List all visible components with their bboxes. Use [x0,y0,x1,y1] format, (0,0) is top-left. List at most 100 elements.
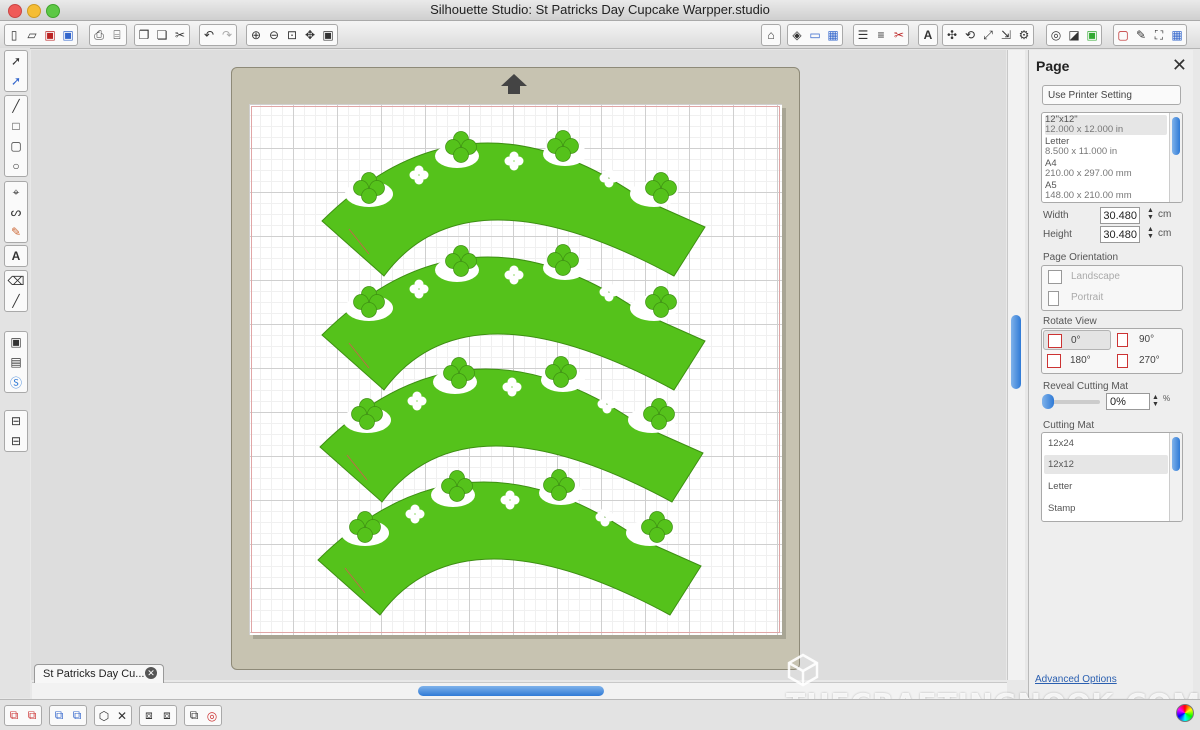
paste-icon[interactable]: ❏ [153,25,171,45]
line-color-icon[interactable]: ▭ [806,25,824,45]
rotate-90-button[interactable]: 90° [1113,330,1179,350]
scale-icon[interactable]: ⤢ [979,25,997,45]
fullscreen-icon[interactable]: ⛶ [1150,25,1168,45]
page-size-item[interactable]: 12"x12" 12.000 x 12.000 in [1045,115,1167,135]
color-wheel-icon[interactable] [1176,704,1194,722]
text-tool-icon[interactable]: A [5,246,27,266]
mat-item[interactable]: 12x24 [1048,439,1170,449]
zoom-out-icon[interactable]: ⊖ [265,25,283,45]
save-library-icon[interactable]: ▣ [59,25,77,45]
print-icon[interactable]: ⎙ [90,25,108,45]
draw-icon[interactable]: ✎ [1132,25,1150,45]
page-size-item[interactable]: A4 210.00 x 297.00 mm [1045,159,1167,179]
width-field[interactable]: 30.480 [1100,207,1140,224]
redo-icon[interactable]: ↷ [218,25,236,45]
text-style-icon[interactable]: A [919,25,937,45]
page-size-list[interactable]: 12"x12" 12.000 x 12.000 in Letter 8.500 … [1041,112,1183,203]
page-size-item[interactable]: A5 148.00 x 210.00 mm [1045,181,1167,201]
eraser-icon[interactable]: ⌫ [5,271,27,291]
cutting-mat-scroll-thumb[interactable] [1172,437,1180,471]
reveal-stepper-icon[interactable]: ▲ ▼ [1152,394,1160,408]
mat-item[interactable]: 12x12 [1048,460,1170,470]
offset-icon[interactable]: ◎ [1047,25,1065,45]
reveal-mat-slider-knob[interactable] [1042,394,1054,409]
zoom-box-icon[interactable]: ⊡ [283,25,301,45]
fit-page-icon[interactable]: ▣ [319,25,337,45]
knife-icon[interactable]: ╱ [5,291,27,311]
landscape-button[interactable]: Landscape [1044,267,1178,287]
ellipse-tool-icon[interactable]: ○ [5,156,27,176]
store-icon[interactable]: ⌂ [762,25,780,45]
reveal-mat-field[interactable]: 0% [1106,393,1150,410]
delete-icon[interactable]: ✕ [113,706,131,725]
panel-toggle-icon-2[interactable]: ⊟ [5,431,27,451]
freehand-tool-icon[interactable]: ✎ [5,222,27,242]
library-icon[interactable]: ▣ [5,332,27,352]
transform-icon[interactable]: ✣ [943,25,961,45]
replicate-icon[interactable]: ⚙ [1015,25,1033,45]
silhouette-icon[interactable]: Ⓢ [5,372,27,392]
weld-icon[interactable]: ⬡ [95,706,113,725]
page-size-item[interactable]: Letter 8.500 x 11.000 in [1045,137,1167,157]
line-style-icon[interactable]: ☰ [854,25,872,45]
cutting-mat-scrollbar[interactable] [1169,433,1182,521]
fill-color-icon[interactable]: ◈ [788,25,806,45]
portrait-button[interactable]: Portrait [1044,288,1178,308]
rotate-icon[interactable]: ⟲ [961,25,979,45]
zoom-window-button[interactable] [46,4,60,18]
mat-item[interactable]: Stamp [1048,504,1170,514]
registration-marks-icon[interactable]: ◎ [203,706,221,725]
horizontal-scroll-thumb[interactable] [418,686,604,696]
minimize-window-button[interactable] [27,4,41,18]
bring-forward-icon[interactable]: ⧈ [140,706,158,725]
cutting-mat-list[interactable]: 12x24 12x12 Letter Stamp [1041,432,1183,522]
rotate-0-button[interactable]: 0° [1043,330,1111,350]
save-icon[interactable]: ▣ [41,25,59,45]
cut-settings-icon[interactable]: ▢ [1114,25,1132,45]
release-compound-icon[interactable]: ⧉ [68,706,86,725]
polygon-tool-icon[interactable]: ⌖ [5,182,27,202]
height-field[interactable]: 30.480 [1100,226,1140,243]
cut-icon[interactable]: ✂ [171,25,189,45]
zoom-in-icon[interactable]: ⊕ [247,25,265,45]
page-size-scroll-thumb[interactable] [1172,117,1180,155]
point-edit-icon[interactable]: ➚ [5,71,27,91]
vertical-scroll-thumb[interactable] [1011,315,1021,389]
close-window-button[interactable] [8,4,22,18]
curve-tool-icon[interactable]: ᔕ [5,202,27,222]
open-icon[interactable]: ▱ [23,25,41,45]
line-tool-icon[interactable]: ╱ [5,96,27,116]
fill-pattern-icon[interactable]: ▦ [824,25,842,45]
document-tab[interactable]: St Patricks Day Cu... ✕ [34,664,164,683]
send-backward-icon[interactable]: ⧈ [158,706,176,725]
height-stepper-icon[interactable]: ▲ ▼ [1147,226,1155,240]
vertical-scrollbar[interactable] [1007,50,1025,680]
page-grid[interactable] [249,104,782,635]
mat-item[interactable]: Letter [1048,482,1170,492]
pan-icon[interactable]: ✥ [301,25,319,45]
close-tab-icon[interactable]: ✕ [145,667,157,679]
rotate-270-button[interactable]: 270° [1113,351,1179,371]
cut-style-icon[interactable]: ✂ [890,25,908,45]
undo-icon[interactable]: ↶ [200,25,218,45]
grid-icon[interactable]: ▦ [1168,25,1186,45]
rectangle-tool-icon[interactable]: □ [5,116,27,136]
trace-icon[interactable]: ◪ [1065,25,1083,45]
close-panel-icon[interactable]: ✕ [1172,55,1187,76]
online-store-icon[interactable]: ▤ [5,352,27,372]
compound-path-icon[interactable]: ⧉ [50,706,68,725]
panel-toggle-icon[interactable]: ⊟ [5,411,27,431]
group-icon[interactable]: ⧉ [5,706,23,725]
new-icon[interactable]: ▯ [5,25,23,45]
copy-icon[interactable]: ❐ [135,25,153,45]
ungroup-icon[interactable]: ⧉ [23,706,41,725]
line-type-icon[interactable]: ≡ [872,25,890,45]
page-settings-icon[interactable]: ▣ [1083,25,1101,45]
send-to-cutter-icon[interactable]: ⌸ [108,25,126,45]
rounded-rectangle-tool-icon[interactable]: ▢ [5,136,27,156]
width-stepper-icon[interactable]: ▲ ▼ [1147,207,1155,221]
rotate-180-button[interactable]: 180° [1043,351,1111,371]
use-printer-setting-button[interactable]: Use Printer Setting [1042,85,1181,105]
move-icon[interactable]: ⇲ [997,25,1015,45]
select-icon[interactable]: ➚ [5,51,27,71]
